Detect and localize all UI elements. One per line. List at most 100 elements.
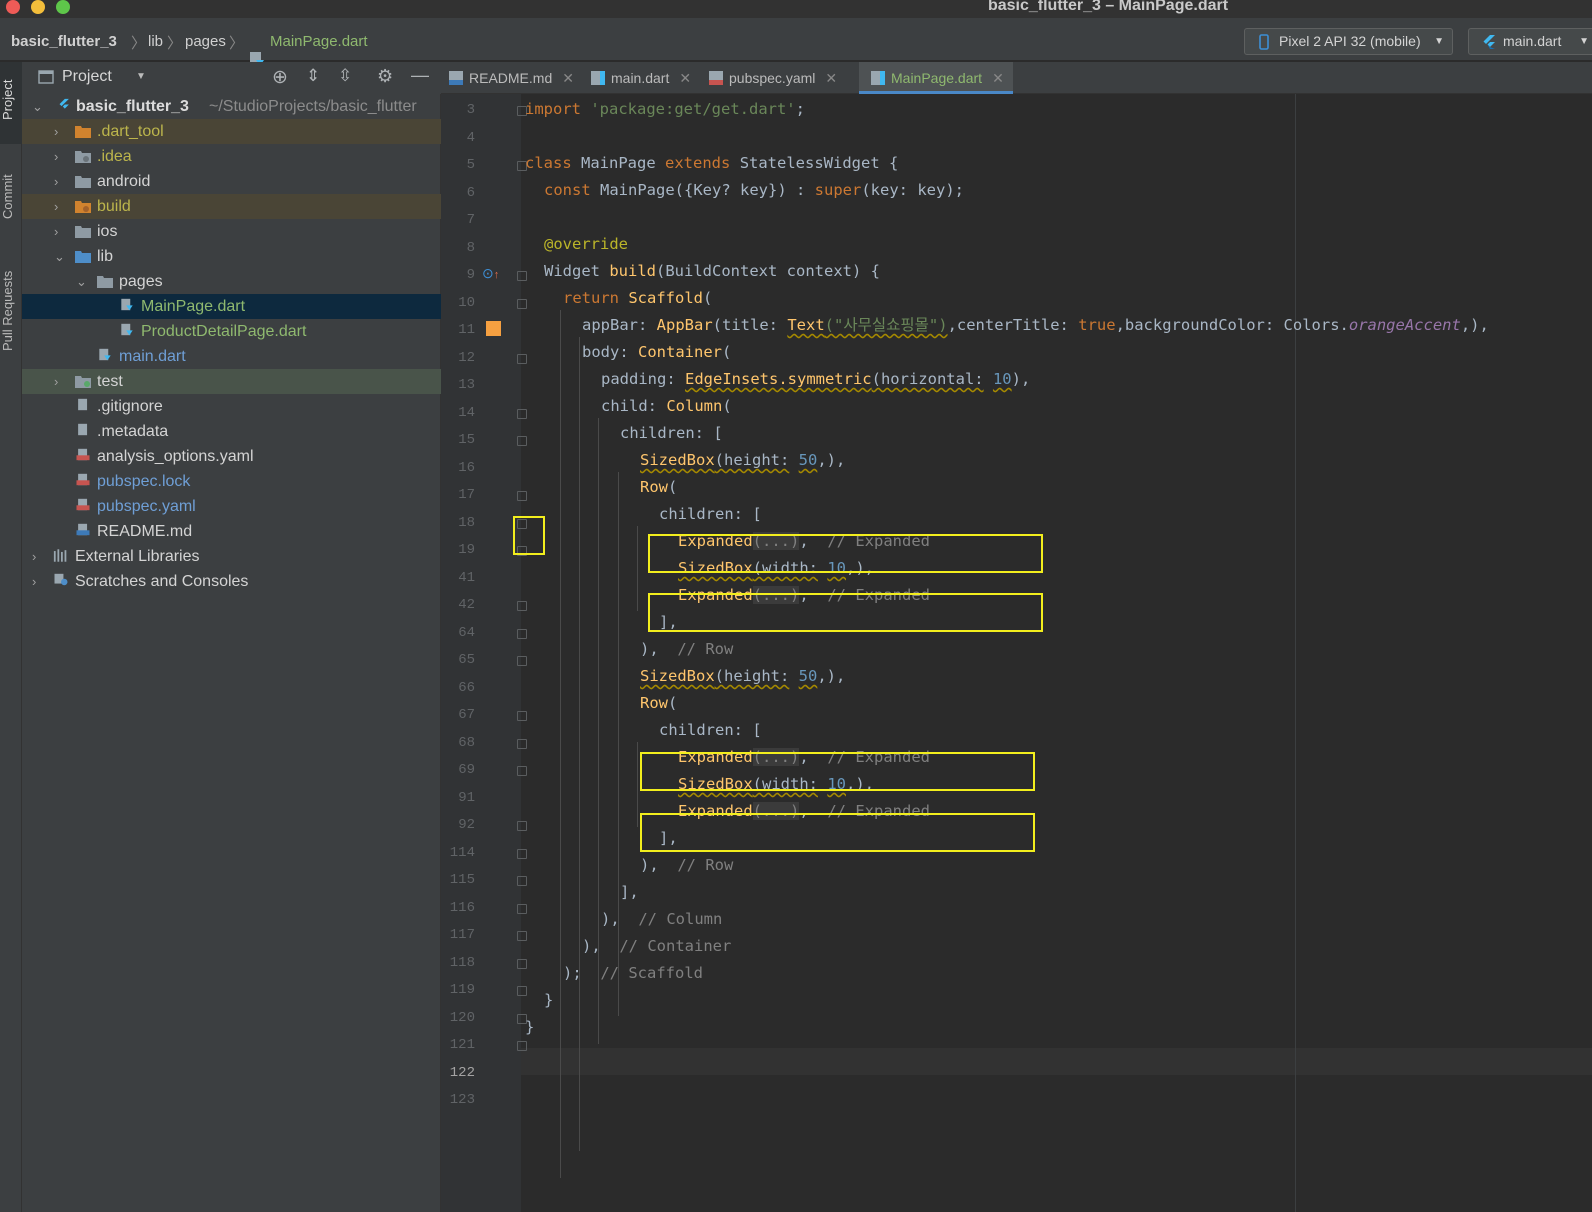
highlight-box-expanded-19 <box>648 534 1043 573</box>
line-number: 91 <box>458 789 475 806</box>
tree-item-external-libraries[interactable]: › External Libraries <box>22 544 441 569</box>
dart-file-icon <box>121 323 133 336</box>
indent-guide <box>637 742 638 827</box>
code-line-118: ), // Container <box>582 937 732 955</box>
close-tab-icon[interactable]: ✕ <box>825 70 837 86</box>
breadcrumb-pages[interactable]: pages <box>185 33 226 50</box>
minimize-panel-icon[interactable]: — <box>411 65 429 86</box>
close-tab-icon[interactable]: ✕ <box>679 70 691 86</box>
line-number: 67 <box>458 707 475 723</box>
source-folder-icon <box>75 251 91 263</box>
tree-item-readme[interactable]: README.md <box>22 519 441 544</box>
code-editor[interactable]: import 'package:get/get.dart'; class Mai… <box>521 94 1592 1212</box>
tree-item-idea[interactable]: › .idea <box>22 144 441 169</box>
chevron-right-icon[interactable]: › <box>54 219 58 244</box>
tree-item-gitignore[interactable]: .gitignore <box>22 394 441 419</box>
color-preview-swatch[interactable] <box>486 321 501 336</box>
side-tab-project[interactable]: Project <box>0 70 22 130</box>
line-number: 41 <box>458 569 475 586</box>
line-number: 66 <box>458 679 475 696</box>
tab-readme[interactable]: README.md ✕ <box>449 62 574 94</box>
root-project-path: ~/StudioProjects/basic_flutter <box>209 98 417 115</box>
tree-item-metadata[interactable]: .metadata <box>22 419 441 444</box>
tab-mainpage-dart[interactable]: MainPage.dart ✕ <box>859 62 1013 94</box>
breadcrumb-file[interactable]: MainPage.dart <box>270 33 368 50</box>
chevron-right-icon[interactable]: › <box>32 569 36 594</box>
tree-item-analysis-options[interactable]: analysis_options.yaml <box>22 444 441 469</box>
tree-item-mainpage-dart[interactable]: MainPage.dart <box>22 294 441 319</box>
line-number: 15 <box>458 432 475 448</box>
breadcrumb-separator-icon: 〉 <box>131 35 147 52</box>
breadcrumb-separator-icon: 〉 <box>167 35 183 52</box>
tree-item-main-dart[interactable]: main.dart <box>22 344 441 369</box>
override-marker-icon[interactable]: ⊙↑ <box>482 265 499 282</box>
project-window-icon <box>38 70 54 84</box>
close-tab-icon[interactable]: ✕ <box>992 70 1004 86</box>
indent-guide <box>637 526 638 611</box>
line-number: 7 <box>466 212 475 228</box>
run-config-selector[interactable]: main.dart ▼ <box>1468 28 1592 55</box>
code-line-11: appBar: AppBar(title: Text("사무실쇼핑몰"),cen… <box>582 316 1489 334</box>
chevron-down-icon[interactable]: ⌄ <box>54 244 65 269</box>
tree-item-scratches[interactable]: › Scratches and Consoles <box>22 569 441 594</box>
line-numbers: 3 4 5 6 7 8 9 10 11 12 13 14 15 16 17 18 19 41 42 64 65 66 67 6… <box>441 94 527 1212</box>
device-label: Pixel 2 API 32 (mobile) <box>1279 33 1421 49</box>
flutter-icon <box>1483 35 1495 49</box>
chevron-down-icon[interactable]: ⌄ <box>32 94 43 119</box>
run-config-label: main.dart <box>1503 33 1562 49</box>
line-number: 10 <box>458 294 475 311</box>
tab-main-dart[interactable]: main.dart ✕ <box>591 62 691 94</box>
tool-window-strip: Project Commit Pull Requests <box>0 62 22 1212</box>
line-number: 121 <box>449 1037 475 1053</box>
chevron-right-icon[interactable]: › <box>54 119 58 144</box>
line-number: 64 <box>458 624 475 641</box>
breadcrumb-project[interactable]: basic_flutter_3 <box>11 33 117 50</box>
chevron-right-icon[interactable]: › <box>54 194 58 219</box>
breadcrumb-lib[interactable]: lib <box>148 33 163 50</box>
side-tab-commit[interactable]: Commit <box>0 162 22 232</box>
device-selector[interactable]: Pixel 2 API 32 (mobile) ▼ <box>1244 28 1453 55</box>
tree-item-test[interactable]: › test <box>22 369 441 394</box>
line-number: 114 <box>449 844 475 861</box>
code-line-119: ); // Scaffold <box>563 964 703 982</box>
code-line-18: children: [ <box>659 505 762 523</box>
code-line-120: } <box>544 991 554 1009</box>
line-number: 19 <box>458 542 475 558</box>
highlight-box-expanded-92 <box>640 813 1035 852</box>
line-number: 13 <box>458 377 475 393</box>
indent-guide <box>560 310 561 1178</box>
chevron-right-icon[interactable]: › <box>54 369 58 394</box>
side-tab-pull-requests[interactable]: Pull Requests <box>0 256 22 366</box>
tree-item-root[interactable]: ⌄ basic_flutter_3 ~/StudioProjects/basic… <box>22 94 441 119</box>
chevron-right-icon[interactable]: › <box>54 169 58 194</box>
collapse-all-icon[interactable]: ⇳ <box>338 66 352 86</box>
project-panel-title[interactable]: Project <box>62 68 112 86</box>
tab-pubspec-yaml[interactable]: pubspec.yaml ✕ <box>709 62 837 94</box>
tree-item-ios[interactable]: › ios <box>22 219 441 244</box>
line-number: 17 <box>458 487 475 503</box>
code-line-5: class MainPage extends StatelessWidget { <box>525 154 899 172</box>
project-panel: Project ▼ ⊕ ⇕ ⇳ ⚙ — ⌄ basic_flutter_3 ~/… <box>22 62 441 1212</box>
tree-item-android[interactable]: › android <box>22 169 441 194</box>
tree-item-lib[interactable]: ⌄ lib <box>22 244 441 269</box>
tree-item-dart-tool[interactable]: › .dart_tool <box>22 119 441 144</box>
gear-icon[interactable]: ⚙ <box>377 66 393 87</box>
tree-item-productdetailpage-dart[interactable]: ProductDetailPage.dart <box>22 319 441 344</box>
line-number: 120 <box>449 1009 475 1026</box>
chevron-down-icon[interactable]: ▼ <box>136 71 146 82</box>
chevron-right-icon[interactable]: › <box>32 544 36 569</box>
tree-item-pubspec-yaml[interactable]: pubspec.yaml <box>22 494 441 519</box>
line-number: 122 <box>449 1064 475 1081</box>
chevron-down-icon[interactable]: ⌄ <box>76 269 87 294</box>
tree-item-pages[interactable]: ⌄ pages <box>22 269 441 294</box>
libraries-icon <box>53 549 67 562</box>
code-line-121: } <box>525 1018 535 1036</box>
locate-file-icon[interactable]: ⊕ <box>272 66 288 89</box>
editor-tabs: README.md ✕ main.dart ✕ pubspec.yaml ✕ Main… <box>441 62 1592 94</box>
tree-item-build[interactable]: › build <box>22 194 441 219</box>
tree-item-pubspec-lock[interactable]: pubspec.lock <box>22 469 441 494</box>
chevron-right-icon[interactable]: › <box>54 144 58 169</box>
close-tab-icon[interactable]: ✕ <box>562 70 574 86</box>
code-line-17: Row( <box>640 478 678 496</box>
expand-all-icon[interactable]: ⇕ <box>306 66 320 86</box>
